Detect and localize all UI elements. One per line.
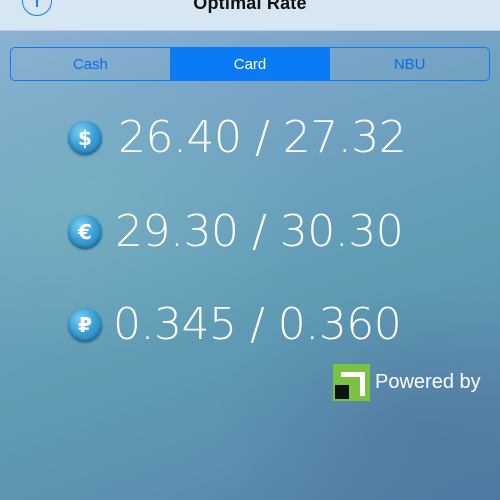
- rate-row-eur: € 29.30 / 30.30: [0, 202, 500, 262]
- page-title: Optimal Rate: [193, 0, 307, 13]
- dollar-coin-icon: $: [68, 121, 102, 155]
- segment-card[interactable]: Card: [169, 48, 330, 80]
- rate-value-eur: 29.30 / 30.30: [115, 206, 404, 257]
- segment-cash[interactable]: Cash: [11, 48, 170, 80]
- segment-nbu[interactable]: NBU: [329, 48, 489, 80]
- powered-by-link[interactable]: Powered by: [333, 364, 481, 401]
- rate-row-rub: ₽ 0.345 / 0.360: [0, 295, 500, 355]
- rate-type-segmented-control: Cash Card NBU: [10, 47, 490, 81]
- navigation-bar: Optimal Rate: [0, 0, 500, 31]
- privatbank-logo-icon: [333, 364, 370, 401]
- powered-by-label: Powered by: [375, 371, 481, 393]
- rate-value-usd: 26.40 / 27.32: [118, 112, 407, 163]
- euro-coin-icon: €: [68, 215, 102, 249]
- ruble-coin-icon: ₽: [68, 308, 102, 342]
- rate-row-usd: $ 26.40 / 27.32: [0, 108, 500, 168]
- rate-value-rub: 0.345 / 0.360: [113, 299, 402, 350]
